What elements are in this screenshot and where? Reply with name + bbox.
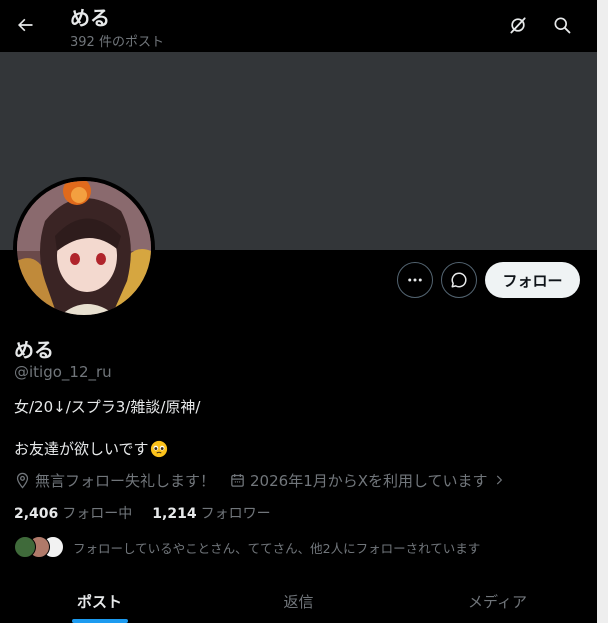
scrollbar[interactable] (597, 0, 608, 623)
followed-by-avatars (14, 536, 64, 558)
more-icon (408, 278, 422, 282)
top-bar: める 392 件のポスト (0, 0, 597, 52)
search-icon (554, 17, 571, 34)
joined-text: 2026年1月からXを利用しています (250, 471, 488, 490)
chevron-right-icon (496, 475, 502, 485)
display-name: める (14, 338, 54, 362)
follow-stats: 2,406 フォロー中 1,214 フォロワー (14, 503, 291, 523)
followers-count: 1,214 (152, 506, 197, 522)
avatar (14, 536, 36, 558)
followers-stat[interactable]: 1,214 フォロワー (152, 503, 270, 523)
message-button[interactable] (441, 262, 477, 298)
profile-meta: 無言フォロー失礼します！ 2026年1月からXを利用しています (14, 470, 520, 490)
profile-handle: @itigo_12_ru (14, 363, 112, 381)
tab-media-label: メディア (468, 593, 527, 611)
tab-posts[interactable]: ポスト (0, 580, 199, 623)
message-icon (451, 272, 467, 288)
location-text: 無言フォロー失礼します！ (35, 471, 216, 490)
location-item: 無言フォロー失礼します！ (14, 470, 215, 491)
following-label: フォロー中 (62, 506, 133, 522)
bio-line-2: お友達が欲しいです (14, 438, 168, 459)
profile-page: める 392 件のポスト フォロー める @itigo_12_ru 女/20↓/… (0, 0, 597, 623)
post-count: 392 件のポスト (70, 35, 164, 50)
grok-button[interactable] (501, 8, 535, 42)
followed-by-row[interactable]: フォローしているやことさん、ててさん、他2人にフォローされています (14, 535, 480, 559)
followed-by-text: フォローしているやことさん、ててさん、他2人にフォローされています (73, 540, 481, 556)
joined-item[interactable]: 2026年1月からXを利用しています (229, 470, 506, 491)
followers-label: フォロワー (200, 506, 271, 522)
following-count: 2,406 (14, 506, 59, 522)
header-name: める (70, 6, 110, 30)
follow-button[interactable]: フォロー (485, 262, 580, 298)
back-button[interactable] (8, 8, 42, 42)
arrow-left-icon (18, 18, 33, 32)
following-stat[interactable]: 2,406 フォロー中 (14, 503, 132, 523)
tab-media[interactable]: メディア (398, 580, 597, 623)
tab-replies-label: 返信 (283, 593, 314, 611)
location-icon (16, 472, 29, 489)
calendar-icon (231, 473, 244, 487)
bio-line-2-text: お友達が欲しいです (14, 440, 149, 458)
bio-line-1: 女/20↓/スプラ3/雑談/原神/ (14, 398, 201, 416)
profile-avatar[interactable] (13, 177, 155, 319)
pleading-face-emoji (150, 440, 167, 457)
more-button[interactable] (397, 262, 433, 298)
profile-tabs: ポスト 返信 メディア (0, 580, 597, 623)
tab-posts-label: ポスト (76, 593, 122, 611)
search-button[interactable] (545, 8, 579, 42)
active-tab-indicator (71, 619, 128, 623)
grok-icon (510, 17, 526, 34)
tab-replies[interactable]: 返信 (199, 580, 398, 623)
